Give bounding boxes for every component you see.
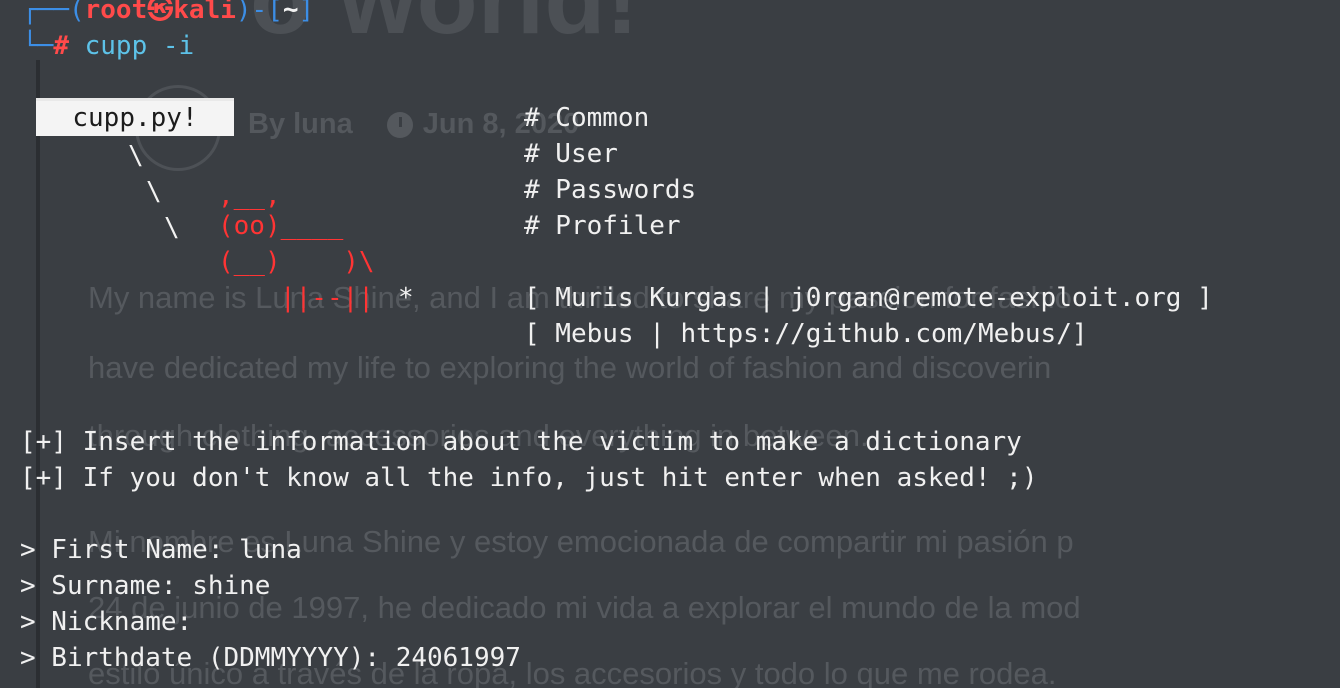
menu-item-profiler: # Profiler	[524, 211, 681, 241]
prompt-at-symbol: ㉿	[147, 0, 174, 25]
prompt-user: root	[84, 0, 148, 25]
ascii-cow-legs: ||--||	[280, 283, 390, 313]
field-label: > Birthdate (DDMMYYYY):	[20, 643, 396, 673]
menu-item-passwords: # Passwords	[524, 175, 697, 205]
credit-author: [ Muris Kurgas | j0rgan@remote-exploit.o…	[524, 283, 1213, 313]
field-nickname: > Nickname:	[20, 604, 208, 640]
field-value: shine	[192, 571, 271, 601]
command-flag: -i	[162, 31, 195, 61]
prompt-host: kali	[173, 0, 236, 25]
field-label: > Surname:	[20, 571, 193, 601]
field-first-name: > First Name: luna	[20, 532, 302, 568]
command-name: cupp	[84, 31, 148, 61]
terminal-window[interactable]: ┌──(root㉿kali)-[~] └─# cupp -i cupp.py! …	[0, 0, 1340, 688]
field-value: luna	[239, 535, 302, 565]
field-birthdate: > Birthdate (DDMMYYYY): 24061997	[20, 640, 521, 676]
ascii-star: *	[398, 283, 414, 313]
prompt-frame-mid: )-[	[235, 0, 283, 25]
ascii-slash: \	[164, 213, 180, 243]
prompt-hash: #	[53, 31, 69, 61]
field-label: > First Name:	[20, 535, 240, 565]
field-surname: > Surname: shine	[20, 568, 270, 604]
ascii-cow-body: (__) )\	[218, 247, 375, 277]
menu-item-user: # User	[524, 139, 618, 169]
prompt-frame-open: ┌──(	[22, 0, 85, 25]
prompt-frame-corner: └─	[22, 31, 54, 61]
prompt-path: ~	[282, 0, 299, 25]
info-line: [+] If you don't know all the info, just…	[20, 463, 1038, 493]
info-line: [+] Insert the information about the vic…	[20, 427, 1022, 457]
menu-item-common: # Common	[524, 103, 650, 133]
ascii-slash: \	[128, 141, 144, 171]
field-value: 24061997	[395, 643, 521, 673]
field-label: > Nickname:	[20, 607, 208, 637]
prompt-line-top: ┌──(root㉿kali)-[~]	[22, 0, 314, 28]
prompt-line-command: └─# cupp -i	[22, 28, 194, 64]
cupp-logo-label: cupp.py!	[36, 98, 234, 136]
prompt-frame-close: ]	[298, 0, 315, 25]
ascii-cow-eyes: (oo)____	[218, 211, 344, 241]
credit-maintainer: [ Mebus | https://github.com/Mebus/]	[524, 319, 1088, 349]
ascii-slash: \	[146, 177, 162, 207]
